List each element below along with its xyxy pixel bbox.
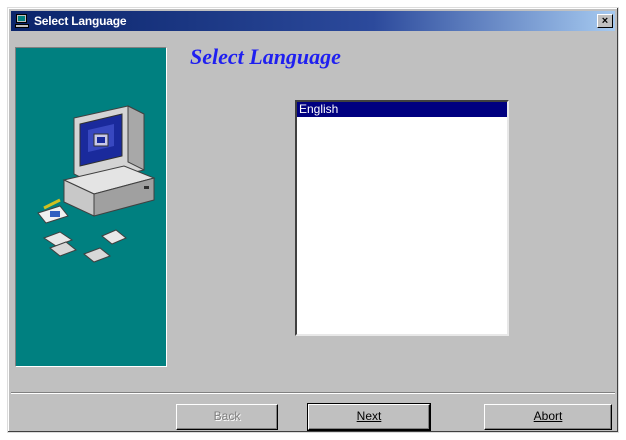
next-button-label: Next bbox=[356, 409, 382, 423]
back-button[interactable]: Back bbox=[176, 404, 278, 430]
close-button[interactable]: × bbox=[597, 14, 613, 28]
page-heading: Select Language bbox=[190, 44, 341, 69]
computer-icon bbox=[14, 13, 30, 29]
abort-button[interactable]: Abort bbox=[484, 404, 612, 430]
abort-button-label: Abort bbox=[533, 409, 563, 423]
button-separator bbox=[11, 392, 615, 394]
language-option-english[interactable]: English bbox=[297, 102, 507, 117]
back-button-label: Back bbox=[213, 409, 241, 423]
title-bar[interactable]: Select Language × bbox=[11, 11, 615, 31]
language-listbox[interactable]: English bbox=[295, 100, 509, 336]
computer-setup-illustration bbox=[37, 105, 156, 263]
setup-illustration-panel bbox=[15, 47, 167, 367]
next-button[interactable]: Next bbox=[307, 403, 431, 431]
select-language-dialog: Select Language × Select Language Englis… bbox=[7, 7, 619, 433]
window-title: Select Language bbox=[34, 14, 127, 28]
